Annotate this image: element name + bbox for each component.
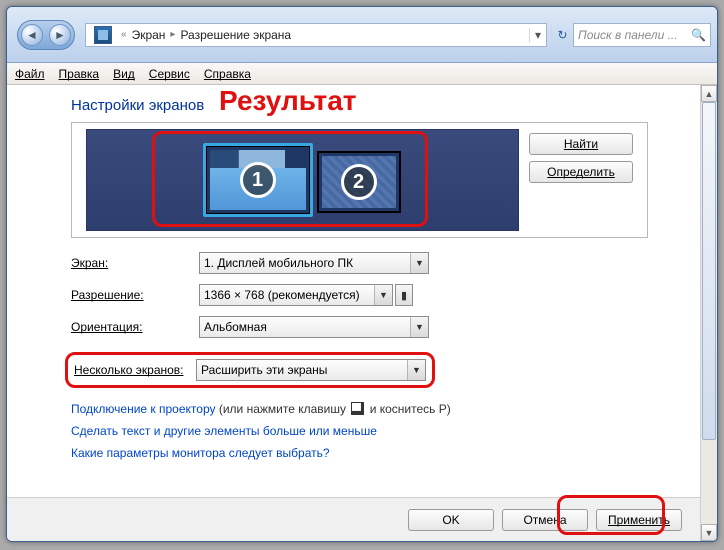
chevron-down-icon: ▼ bbox=[374, 285, 392, 305]
ok-button[interactable]: OK bbox=[408, 509, 494, 531]
row-resolution: Разрешение: 1366 × 768 (рекомендуется) ▼… bbox=[71, 284, 648, 306]
chevron-icon: ▸ bbox=[170, 29, 175, 40]
projector-link[interactable]: Подключение к проектору bbox=[71, 402, 216, 416]
screen-resolution-window: — ▭ ✕ ◄ ► « Экран ▸ Разрешение экрана ▾ … bbox=[6, 6, 718, 542]
refresh-button[interactable]: ↻ bbox=[551, 24, 573, 46]
text-size-link[interactable]: Сделать текст и другие элементы больше и… bbox=[71, 424, 648, 438]
chevron-down-icon: ▼ bbox=[410, 317, 428, 337]
label-orientation: Ориентация: bbox=[71, 320, 199, 334]
monitor-1[interactable]: 1 bbox=[205, 145, 311, 215]
label-multiple: Несколько экранов: bbox=[74, 363, 196, 377]
search-icon: 🔍 bbox=[691, 28, 706, 42]
breadcrumb-screen[interactable]: Экран bbox=[132, 28, 166, 42]
vertical-scrollbar[interactable]: ▲ ▼ bbox=[700, 85, 717, 541]
nav-buttons: ◄ ► bbox=[17, 20, 75, 50]
chevron-icon: « bbox=[121, 29, 127, 40]
scroll-down-button[interactable]: ▼ bbox=[701, 524, 717, 541]
dropdown-multiple-displays[interactable]: Расширить эти экраны ▼ bbox=[196, 359, 426, 381]
content-area: Настройки экранов Результат 1 2 Найти Оп… bbox=[7, 85, 717, 541]
breadcrumb-resolution[interactable]: Разрешение экрана bbox=[180, 28, 291, 42]
resolution-slider-button[interactable]: ▮ bbox=[395, 284, 413, 306]
monitor-1-number: 1 bbox=[240, 162, 276, 198]
menu-bar: Файл Правка Вид Сервис Справка bbox=[7, 63, 717, 85]
menu-help[interactable]: Справка bbox=[204, 67, 251, 81]
highlight-multiple-displays: Несколько экранов: Расширить эти экраны … bbox=[65, 352, 435, 388]
breadcrumb-dropdown[interactable]: ▾ bbox=[530, 28, 546, 42]
dropdown-resolution[interactable]: 1366 × 768 (рекомендуется) ▼ bbox=[199, 284, 393, 306]
menu-file[interactable]: Файл bbox=[15, 67, 45, 81]
monitor-arrangement[interactable]: 1 2 bbox=[86, 129, 519, 231]
links-section: Подключение к проектору (или нажмите кла… bbox=[71, 402, 648, 460]
monitor-2-number: 2 bbox=[341, 164, 377, 200]
back-button[interactable]: ◄ bbox=[21, 24, 43, 46]
titlebar: ◄ ► « Экран ▸ Разрешение экрана ▾ ↻ Поис… bbox=[7, 7, 717, 63]
dialog-footer: OK Отмена Применить bbox=[7, 497, 700, 541]
label-screen: Экран: bbox=[71, 256, 199, 270]
scroll-track[interactable] bbox=[701, 102, 717, 524]
chevron-down-icon: ▼ bbox=[407, 360, 425, 380]
menu-edit[interactable]: Правка bbox=[59, 67, 100, 81]
chevron-down-icon: ▼ bbox=[410, 253, 428, 273]
scroll-thumb[interactable] bbox=[702, 102, 716, 440]
dropdown-screen[interactable]: 1. Дисплей мобильного ПК ▼ bbox=[199, 252, 429, 274]
scroll-up-button[interactable]: ▲ bbox=[701, 85, 717, 102]
search-input[interactable]: Поиск в панели ... 🔍 bbox=[573, 23, 711, 47]
projector-link-line: Подключение к проектору (или нажмите кла… bbox=[71, 402, 648, 416]
control-panel-icon bbox=[94, 26, 112, 44]
search-placeholder: Поиск в панели ... bbox=[578, 28, 678, 42]
breadcrumb[interactable]: « Экран ▸ Разрешение экрана ▾ bbox=[85, 23, 547, 47]
windows-key-icon bbox=[351, 402, 364, 415]
row-screen: Экран: 1. Дисплей мобильного ПК ▼ bbox=[71, 252, 648, 274]
menu-view[interactable]: Вид bbox=[113, 67, 135, 81]
page-title: Настройки экранов bbox=[71, 97, 648, 114]
result-annotation: Результат bbox=[219, 85, 357, 117]
apply-button[interactable]: Применить bbox=[596, 509, 682, 531]
forward-button[interactable]: ► bbox=[49, 24, 71, 46]
monitor-preview-panel: 1 2 Найти Определить bbox=[71, 122, 648, 238]
cancel-button[interactable]: Отмена bbox=[502, 509, 588, 531]
monitor-2[interactable]: 2 bbox=[317, 151, 401, 213]
menu-service[interactable]: Сервис bbox=[149, 67, 190, 81]
identify-button[interactable]: Определить bbox=[529, 161, 633, 183]
label-resolution: Разрешение: bbox=[71, 288, 199, 302]
which-monitor-link[interactable]: Какие параметры монитора следует выбрать… bbox=[71, 446, 648, 460]
row-orientation: Ориентация: Альбомная ▼ bbox=[71, 316, 648, 338]
dropdown-orientation[interactable]: Альбомная ▼ bbox=[199, 316, 429, 338]
find-button[interactable]: Найти bbox=[529, 133, 633, 155]
content: Настройки экранов Результат 1 2 Найти Оп… bbox=[7, 85, 700, 541]
